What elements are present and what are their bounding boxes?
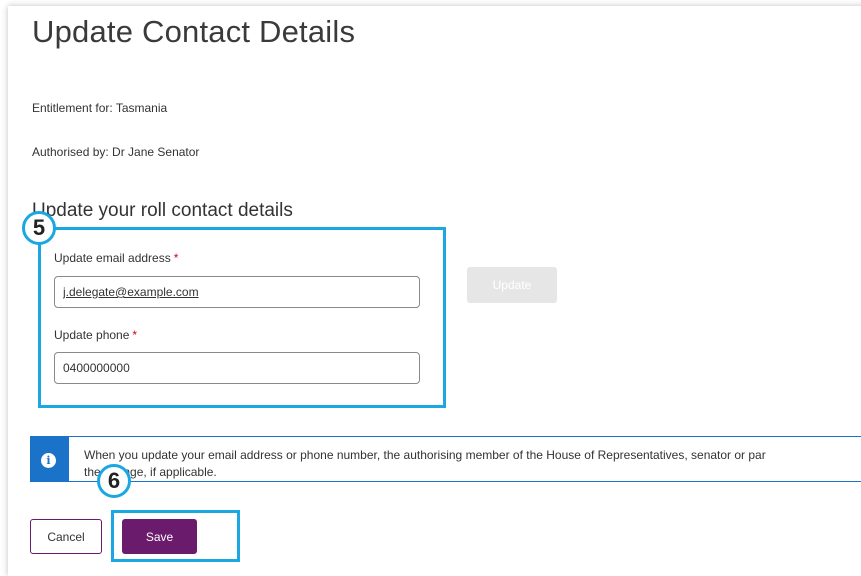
info-text: When you update your email address or ph… [84, 447, 861, 481]
email-label-text: Update email address [54, 251, 171, 265]
phone-label-text: Update phone [54, 328, 130, 342]
cancel-button[interactable]: Cancel [30, 519, 102, 554]
authorised-by-text: Authorised by: Dr Jane Senator [32, 145, 200, 159]
update-button[interactable]: Update [467, 267, 557, 303]
info-notice: i When you update your email address or … [30, 436, 861, 482]
section-heading: Update your roll contact details [32, 200, 293, 221]
info-text-line2: the change, if applicable. [84, 465, 217, 479]
info-stripe: i [31, 437, 69, 481]
step-5-badge: 5 [22, 211, 56, 245]
step-6-highlight-box [111, 510, 240, 562]
email-label: Update email address * [54, 251, 178, 265]
email-required-marker: * [173, 251, 179, 265]
page-title: Update Contact Details [32, 14, 356, 49]
email-input[interactable] [54, 276, 420, 308]
info-text-line1: When you update your email address or ph… [84, 448, 766, 462]
phone-input[interactable] [54, 352, 420, 384]
info-icon: i [41, 453, 56, 468]
phone-label: Update phone * [54, 328, 137, 342]
step-6-badge: 6 [97, 464, 131, 498]
phone-required-marker: * [132, 328, 138, 342]
entitlement-text: Entitlement for: Tasmania [32, 101, 168, 115]
